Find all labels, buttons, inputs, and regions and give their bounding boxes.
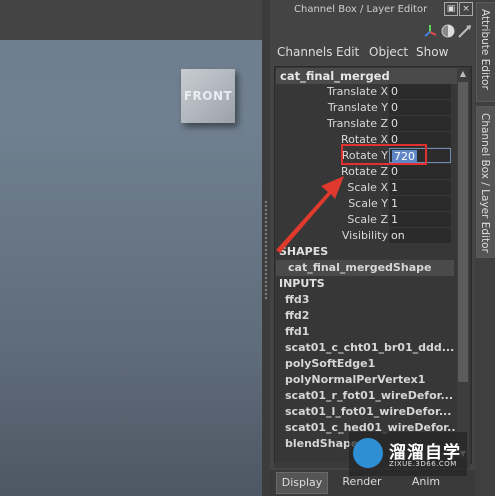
attr-value[interactable]: 0	[389, 84, 451, 99]
watermark-subtitle: ZIXUE.3D66.COM	[389, 460, 457, 468]
menu-edit[interactable]: Edit	[336, 45, 359, 59]
attr-value[interactable]: 0	[389, 116, 451, 131]
close-panel-button[interactable]: ×	[459, 2, 473, 16]
tab-attribute-editor[interactable]: Attribute Editor	[476, 2, 495, 102]
tab-display[interactable]: Display	[276, 472, 328, 494]
inputs-header: INPUTS	[279, 277, 325, 290]
panel-title: Channel Box / Layer Editor	[294, 4, 428, 15]
attr-label: Scale X	[347, 181, 388, 194]
attr-value[interactable]: 1	[389, 180, 451, 195]
input-node[interactable]: scat01_c_cht01_br01_ddd...	[285, 340, 455, 356]
input-node[interactable]: scat01_r_fot01_wireDefor...	[285, 388, 455, 404]
arrow-diagonal-icon[interactable]	[457, 23, 473, 39]
viewport-toolbar-area	[0, 0, 262, 40]
attr-value[interactable]: 0	[389, 164, 451, 179]
attr-label: Translate Z	[327, 117, 388, 130]
side-tab-strip: Attribute Editor Channel Box / Layer Edi…	[475, 0, 495, 496]
attr-translate-z[interactable]: Translate Z 0	[276, 116, 454, 132]
input-node[interactable]: scat01_l_fot01_wireDefor...	[285, 404, 455, 420]
float-window-button[interactable]: ▣	[444, 2, 458, 16]
attr-translate-y[interactable]: Translate Y 0	[276, 100, 454, 116]
input-node[interactable]: ffd1	[285, 324, 455, 340]
attr-label: Translate Y	[327, 101, 388, 114]
watermark: 溜溜自学 ZIXUE.3D66.COM	[349, 432, 467, 476]
attr-value[interactable]: 1	[389, 196, 451, 211]
attr-label: Scale Z	[347, 213, 388, 226]
side-tab-label: Channel Box / Layer Editor	[479, 113, 491, 253]
menu-show[interactable]: Show	[416, 45, 448, 59]
splitter-grip[interactable]	[264, 200, 268, 300]
shape-node[interactable]: cat_final_mergedShape	[276, 260, 454, 276]
attr-value[interactable]: 0	[389, 100, 451, 115]
object-name[interactable]: cat_final_merged	[276, 68, 458, 84]
side-tab-label: Attribute Editor	[479, 9, 491, 90]
menu-object[interactable]: Object	[369, 45, 408, 59]
annotation-arrow	[276, 176, 344, 253]
scroll-thumb[interactable]	[458, 82, 468, 382]
attr-value[interactable]: 1	[389, 212, 451, 227]
vertical-scrollbar[interactable]: ▲ ▼	[457, 68, 469, 460]
input-node[interactable]: polyNormalPerVertex1	[285, 372, 455, 388]
tab-channel-box[interactable]: Channel Box / Layer Editor	[476, 106, 495, 258]
view-cube-front[interactable]: FRONT	[181, 69, 235, 123]
attr-value[interactable]: on	[389, 228, 451, 243]
watermark-logo-icon	[353, 438, 383, 468]
attr-label: Translate X	[327, 85, 388, 98]
channel-box-menu-bar: Channels Edit Object Show	[270, 42, 475, 62]
highlight-box	[341, 144, 427, 165]
axis-icon[interactable]	[422, 23, 438, 39]
half-circle-icon[interactable]	[440, 23, 456, 39]
input-node[interactable]: ffd2	[285, 308, 455, 324]
attr-label: Scale Y	[348, 197, 388, 210]
attr-translate-x[interactable]: Translate X 0	[276, 84, 454, 100]
input-node[interactable]: polySoftEdge1	[285, 356, 455, 372]
menu-channels[interactable]: Channels	[277, 45, 333, 59]
panel-title-bar: Channel Box / Layer Editor ▣ ×	[270, 0, 475, 20]
input-node[interactable]: ffd3	[285, 292, 455, 308]
channel-list: cat_final_merged Translate X 0 Translate…	[274, 66, 472, 464]
panel-splitter[interactable]	[262, 0, 270, 496]
scroll-up-icon[interactable]: ▲	[458, 68, 468, 80]
